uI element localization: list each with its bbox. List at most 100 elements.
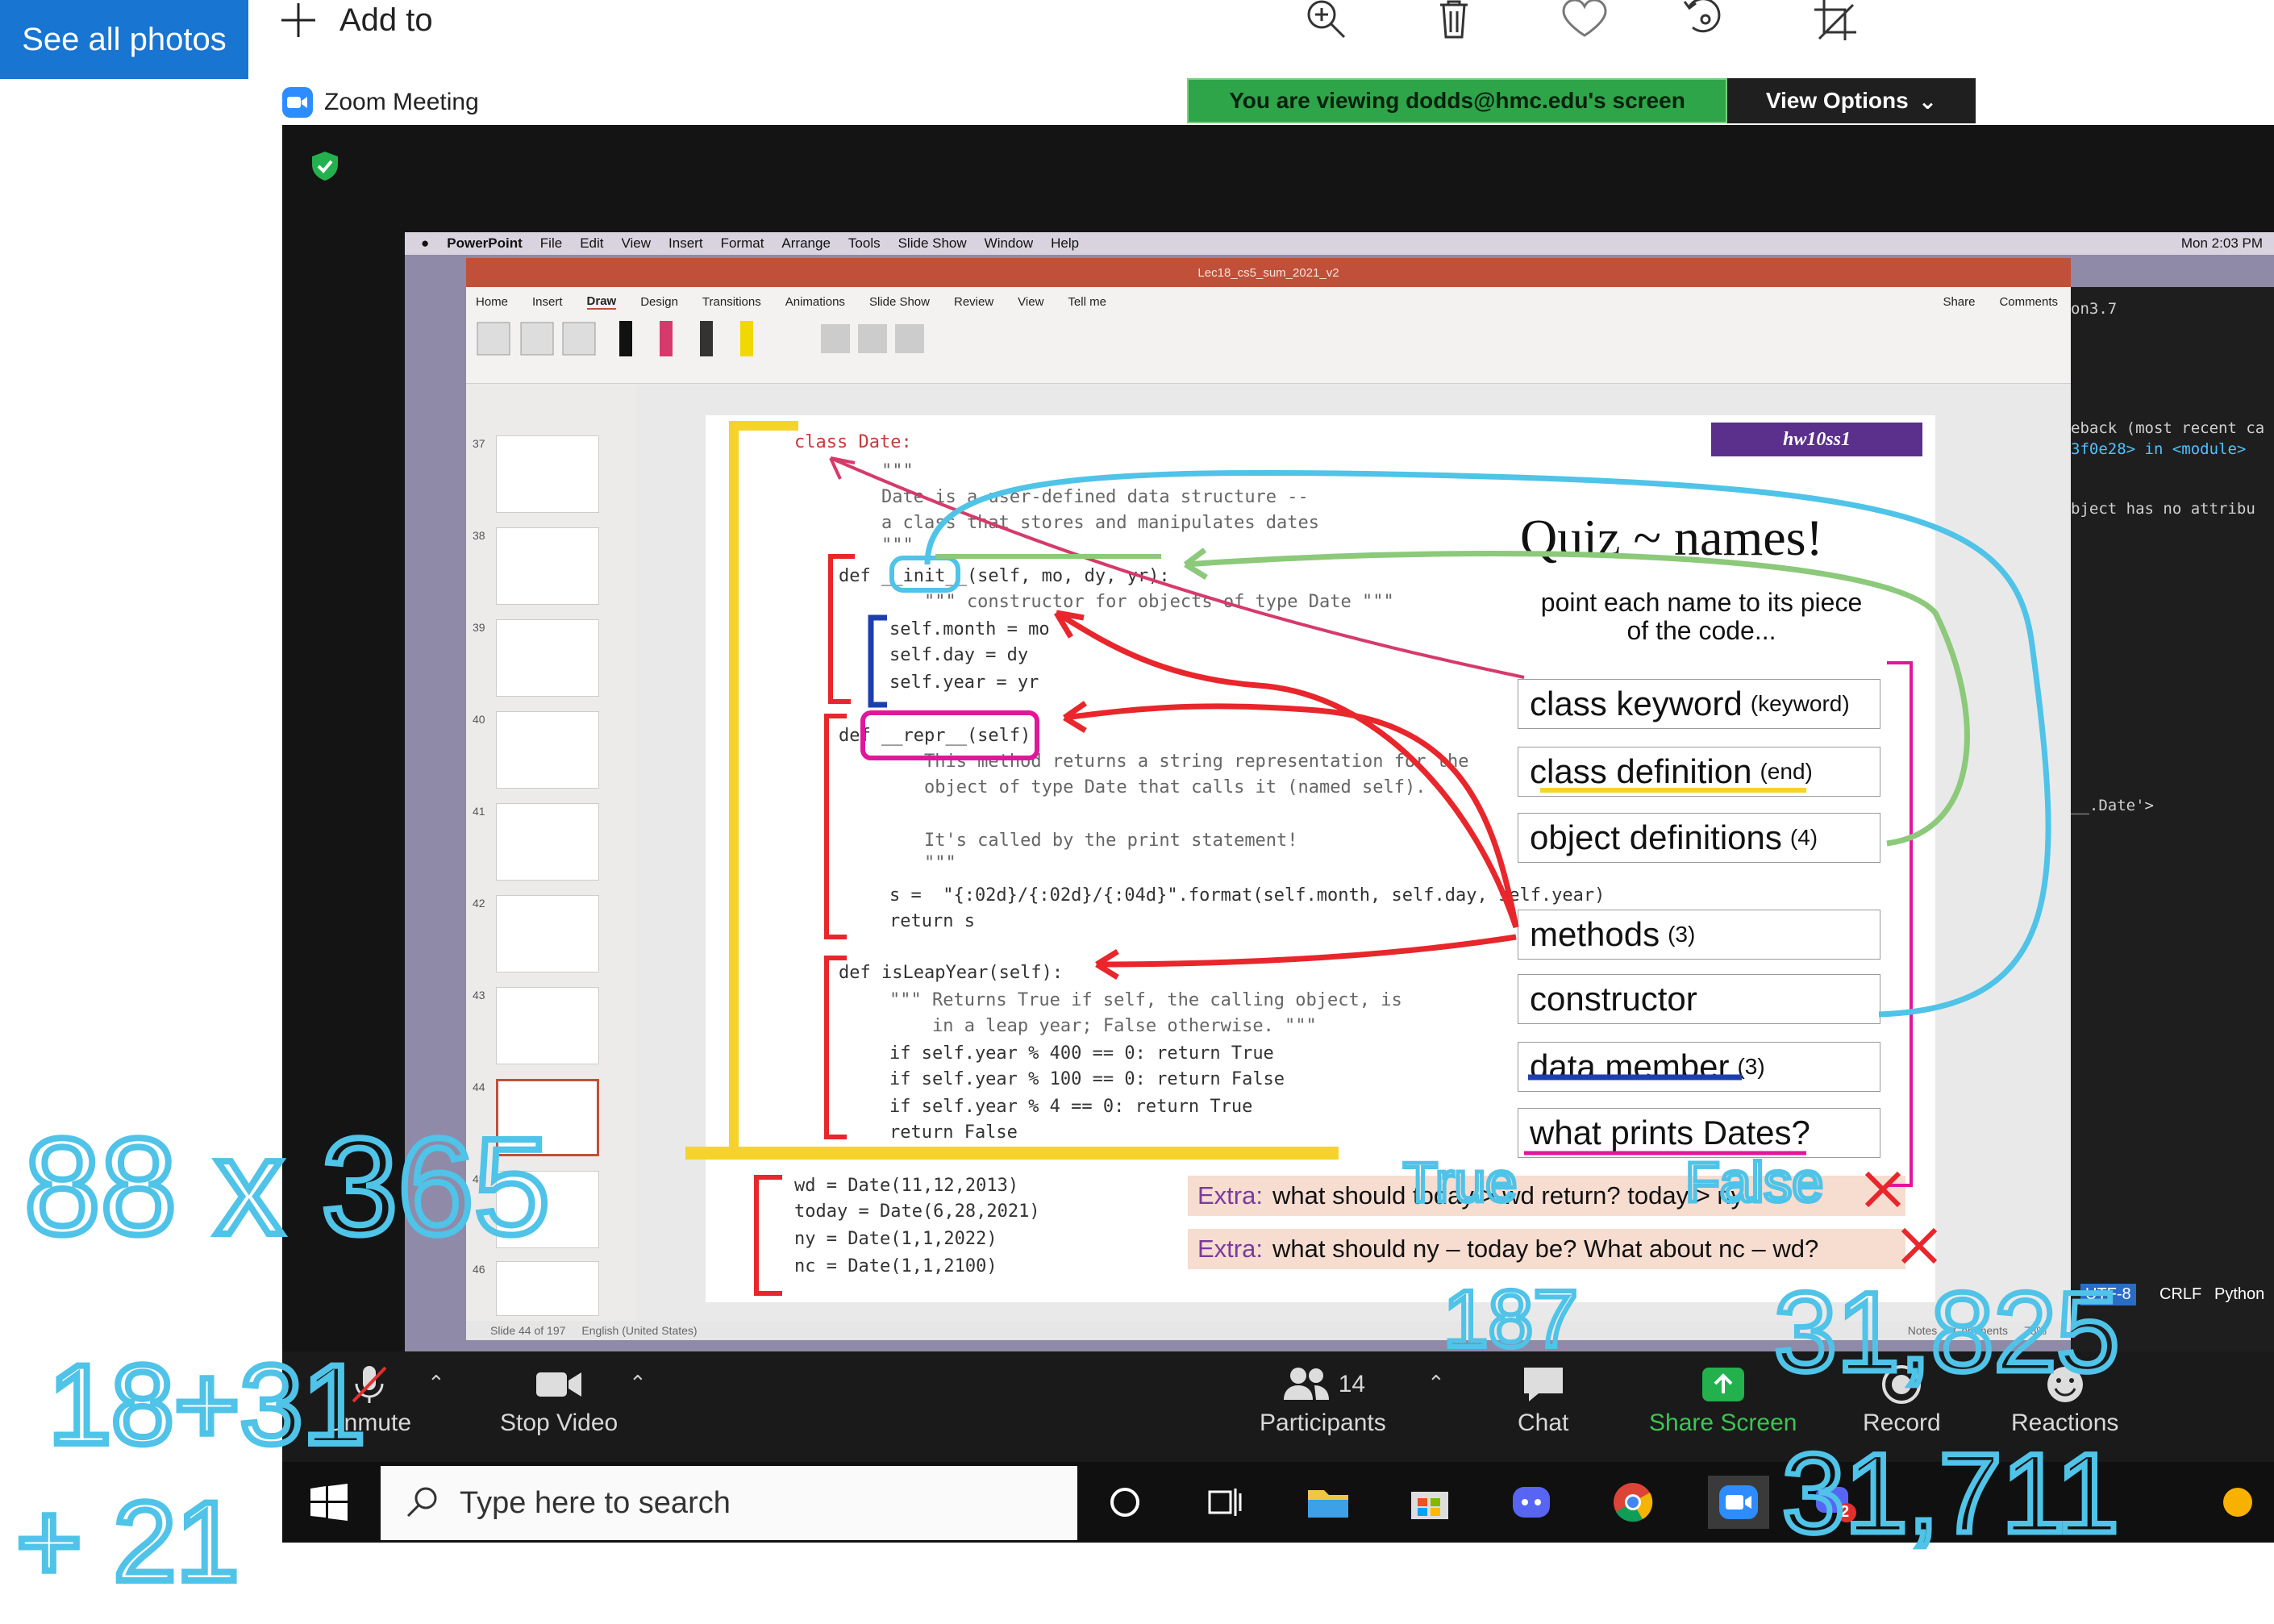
view-options-label: View Options xyxy=(1765,88,1909,113)
slide-thumbnail[interactable] xyxy=(496,987,599,1064)
menu-item[interactable]: Format xyxy=(721,235,764,252)
quiz-box-label: constructor xyxy=(1530,980,1697,1018)
code-line: object of type Date that calls it (named… xyxy=(839,777,1426,797)
share-button[interactable]: Share xyxy=(1943,295,1975,309)
tab-slide-show[interactable]: Slide Show xyxy=(869,295,930,309)
thumb-number: 44 xyxy=(473,1081,485,1093)
search-placeholder: Type here to search xyxy=(460,1485,731,1520)
line-ending-label: CRLF xyxy=(2159,1285,2202,1303)
tab-draw[interactable]: Draw xyxy=(586,294,617,310)
record-label: Record xyxy=(1863,1410,1941,1436)
code-line: def __init__(self, mo, dy, yr): xyxy=(839,566,1170,586)
chevron-down-icon: ⌄ xyxy=(1918,88,1938,114)
rotate-icon[interactable] xyxy=(1681,0,1738,40)
record-button[interactable]: Record xyxy=(1863,1364,1941,1437)
slide-count: Slide 44 of 197 xyxy=(490,1324,566,1337)
tab-view[interactable]: View xyxy=(1018,295,1043,309)
chevron-up-icon[interactable]: ⌃ xyxy=(1427,1371,1445,1396)
language-label: English (United States) xyxy=(581,1324,698,1337)
extra-text: what should today > wd return? today > n… xyxy=(1272,1181,1744,1210)
quiz-box-note: (3) xyxy=(1668,922,1696,947)
slide-thumbnail[interactable] xyxy=(496,895,599,972)
code-line: nc = Date(1,1,2100) xyxy=(794,1256,997,1276)
chat-bubble-icon xyxy=(1523,1368,1563,1401)
task-view-icon[interactable] xyxy=(1198,1476,1252,1529)
view-options-button[interactable]: View Options ⌄ xyxy=(1727,78,1976,123)
zoom-taskbar-icon[interactable] xyxy=(1708,1476,1769,1529)
slide-thumbnail[interactable] xyxy=(496,619,599,697)
share-screen-button[interactable]: Share Screen xyxy=(1649,1364,1797,1437)
menu-item[interactable]: PowerPoint xyxy=(447,235,523,252)
notification-badge: 2 xyxy=(1840,1503,1850,1521)
quiz-box-label: object definitions xyxy=(1530,818,1782,856)
slide-thumbnail[interactable] xyxy=(496,1171,599,1248)
security-shield-icon[interactable] xyxy=(309,150,341,182)
reactions-button[interactable]: Reactions xyxy=(2011,1364,2118,1437)
slide-thumbnail[interactable] xyxy=(496,1261,599,1316)
code-line: def __repr__(self): xyxy=(839,726,1042,746)
file-explorer-icon[interactable] xyxy=(1302,1476,1355,1529)
comments-status-button[interactable]: Comments xyxy=(1953,1324,2008,1337)
microsoft-store-icon[interactable] xyxy=(1403,1476,1456,1529)
add-to-button[interactable]: Add to xyxy=(278,0,433,40)
windows-start-icon[interactable] xyxy=(310,1484,348,1525)
discord-icon[interactable] xyxy=(1505,1476,1558,1529)
slide-thumbnail[interactable] xyxy=(496,803,599,881)
crop-icon[interactable] xyxy=(1813,0,1869,40)
participants-label: Participants xyxy=(1260,1410,1386,1436)
quiz-box: class keyword (keyword) xyxy=(1518,679,1880,729)
menu-item[interactable]: File xyxy=(540,235,562,252)
tab-tell-me[interactable]: Tell me xyxy=(1068,295,1106,309)
menu-item[interactable]: Help xyxy=(1051,235,1079,252)
see-all-photos-button[interactable]: See all photos xyxy=(0,0,248,79)
slide-thumbnail[interactable] xyxy=(496,527,599,605)
terminal-line: eback (most recent ca xyxy=(2071,419,2265,437)
menu-item[interactable]: Slide Show xyxy=(898,235,967,252)
notes-button[interactable]: Notes xyxy=(1908,1324,1938,1337)
ink-text: + 21 xyxy=(16,1478,239,1605)
cortana-icon[interactable] xyxy=(1098,1476,1152,1529)
quiz-box-label: methods xyxy=(1530,915,1660,953)
chevron-up-icon[interactable]: ⌃ xyxy=(629,1371,647,1396)
slide-thumbnail[interactable] xyxy=(496,435,599,513)
code-line: if self.year % 400 == 0: return True xyxy=(847,1043,1274,1064)
trash-icon[interactable] xyxy=(1434,0,1490,40)
terminal-line: 3f0e28> in <module> xyxy=(2071,440,2247,458)
quiz-box-note: (keyword) xyxy=(1750,691,1850,716)
menu-item[interactable]: Arrange xyxy=(781,235,830,252)
zoom-percent[interactable]: 78% xyxy=(2024,1324,2047,1337)
apple-icon: ● xyxy=(421,235,430,251)
participants-button[interactable]: 14 Participants xyxy=(1260,1364,1386,1437)
quiz-box: what prints Dates? xyxy=(1518,1108,1880,1158)
chevron-up-icon[interactable]: ⌃ xyxy=(427,1371,445,1396)
chat-button[interactable]: Chat xyxy=(1518,1364,1568,1437)
comments-button[interactable]: Comments xyxy=(1999,295,2058,309)
tab-insert[interactable]: Insert xyxy=(532,295,563,309)
tab-review[interactable]: Review xyxy=(954,295,993,309)
slide-thumbnail-selected[interactable] xyxy=(496,1079,599,1156)
stop-video-button[interactable]: Stop Video xyxy=(500,1364,618,1437)
tab-home[interactable]: Home xyxy=(476,295,508,309)
slide-thumbnail[interactable] xyxy=(496,711,599,789)
terminal-line: bject has no attribu xyxy=(2071,500,2255,518)
code-line: return s xyxy=(847,911,975,931)
tab-design[interactable]: Design xyxy=(640,295,678,309)
menu-item[interactable]: Window xyxy=(985,235,1033,252)
chrome-icon[interactable] xyxy=(1606,1476,1660,1529)
discord-notification-icon[interactable]: 2 xyxy=(1810,1476,1863,1529)
menu-item[interactable]: View xyxy=(622,235,652,252)
extra-question: Extra: what should ny – today be? What ab… xyxy=(1188,1229,1905,1269)
menu-item[interactable]: Tools xyxy=(848,235,881,252)
stop-video-label: Stop Video xyxy=(500,1410,618,1436)
weather-icon[interactable] xyxy=(2214,1476,2267,1529)
menu-item[interactable]: Insert xyxy=(668,235,703,252)
taskbar-search-box[interactable]: Type here to search xyxy=(381,1466,1077,1540)
unmute-button[interactable]: Unmute xyxy=(327,1364,411,1437)
tab-animations[interactable]: Animations xyxy=(785,295,845,309)
heart-icon[interactable] xyxy=(1560,0,1617,40)
tab-transitions[interactable]: Transitions xyxy=(702,295,761,309)
draw-tools-icon[interactable] xyxy=(466,316,1031,384)
thumb-number: 39 xyxy=(473,621,485,634)
menu-item[interactable]: Edit xyxy=(580,235,603,252)
zoom-in-icon[interactable] xyxy=(1302,0,1359,40)
